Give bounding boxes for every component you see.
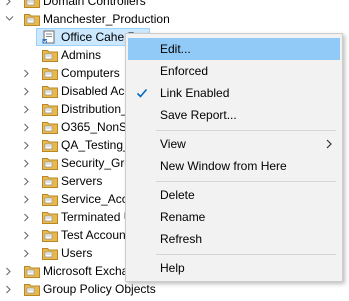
chevron-right-icon[interactable] (22, 226, 31, 244)
tree-item[interactable]: Group Policy Objects (0, 280, 349, 298)
chevron-right-icon[interactable] (4, 262, 13, 280)
tree-item-label: Users (61, 246, 93, 260)
tree-item-label: Domain Controllers (43, 0, 146, 8)
tree-item-label: Microsoft Excha (43, 264, 129, 278)
tree-item-label: Group Policy Objects (43, 282, 156, 296)
chevron-right-icon[interactable] (22, 118, 31, 136)
tree-item-label: Admins (61, 48, 102, 62)
chevron-right-icon[interactable] (22, 82, 31, 100)
menu-item-label: Delete (160, 188, 195, 202)
chevron-right-icon[interactable] (22, 100, 31, 118)
ou-folder-icon (42, 138, 58, 152)
tree-item-label: Test Accoun (61, 228, 126, 242)
tree-item-label: Terminated U (61, 210, 133, 224)
submenu-arrow-icon (326, 139, 332, 149)
menu-item-label: New Window from Here (160, 159, 287, 173)
ou-folder-icon (42, 228, 58, 242)
chevron-right-icon[interactable] (22, 208, 31, 226)
tree-item-label: Computers (61, 66, 120, 80)
menu-item-label: View (160, 137, 186, 151)
menu-item-save-report[interactable]: Save Report... (128, 104, 340, 126)
chevron-right-icon[interactable] (22, 154, 31, 172)
chevron-right-icon[interactable] (22, 190, 31, 208)
ou-folder-icon (24, 264, 40, 278)
ou-folder-icon (24, 12, 40, 26)
ou-folder-icon (42, 48, 58, 62)
menu-item-rename[interactable]: Rename (128, 206, 340, 228)
chevron-right-icon[interactable] (22, 136, 31, 154)
ou-folder-icon (42, 174, 58, 188)
ou-folder-icon (42, 66, 58, 80)
chevron-right-icon[interactable] (22, 244, 31, 262)
tree-item-label: Disabled Acc (61, 84, 131, 98)
menu-item-new-window[interactable]: New Window from Here (128, 155, 340, 177)
ou-folder-icon (42, 120, 58, 134)
tree-item[interactable]: Manchester_Production (0, 10, 349, 28)
tree-item-label: Security_Gro (61, 156, 132, 170)
menu-separator (156, 181, 336, 182)
menu-item-help[interactable]: Help (128, 257, 340, 279)
ou-folder-icon (24, 282, 40, 296)
chevron-right-icon[interactable] (4, 0, 13, 10)
tree-item-label: O365_NonSy (61, 120, 134, 134)
ou-folder-icon (24, 0, 40, 8)
ou-folder-icon (42, 192, 58, 206)
gpo-link-icon (42, 30, 58, 44)
menu-item-label: Edit... (160, 42, 191, 56)
tree-item-label: Manchester_Production (43, 12, 170, 26)
checkmark-icon (136, 88, 148, 98)
tree-item-label: QA_Testing_ (61, 138, 130, 152)
ou-folder-icon (42, 102, 58, 116)
menu-item-label: Help (160, 261, 185, 275)
menu-item-link-enabled[interactable]: Link Enabled (128, 82, 340, 104)
tree-item[interactable]: Domain Controllers (0, 0, 349, 10)
chevron-right-icon[interactable] (22, 64, 31, 82)
menu-item-label: Link Enabled (160, 86, 230, 100)
menu-item-label: Refresh (160, 232, 203, 246)
menu-separator (156, 130, 336, 131)
ou-folder-icon (42, 246, 58, 260)
tree-item-label: Servers (61, 174, 103, 188)
chevron-right-icon[interactable] (22, 172, 31, 190)
ou-folder-icon (42, 210, 58, 224)
menu-item-edit[interactable]: Edit... (128, 38, 340, 60)
ou-folder-icon (42, 156, 58, 170)
menu-item-enforced[interactable]: Enforced (128, 60, 340, 82)
tree-item-label: Service_Acco (61, 192, 135, 206)
menu-item-delete[interactable]: Delete (128, 184, 340, 206)
context-menu: Edit... Enforced Link Enabled Save Repor… (125, 33, 343, 282)
menu-item-label: Enforced (160, 64, 209, 78)
chevron-down-icon[interactable] (4, 10, 14, 28)
chevron-right-icon[interactable] (4, 280, 13, 298)
menu-item-label: Save Report... (160, 108, 237, 122)
menu-item-label: Rename (160, 210, 206, 224)
ou-folder-icon (42, 84, 58, 98)
tree-item-label: Distribution_ (61, 102, 128, 116)
menu-item-refresh[interactable]: Refresh (128, 228, 340, 250)
menu-separator (156, 254, 336, 255)
menu-item-view[interactable]: View (128, 133, 340, 155)
